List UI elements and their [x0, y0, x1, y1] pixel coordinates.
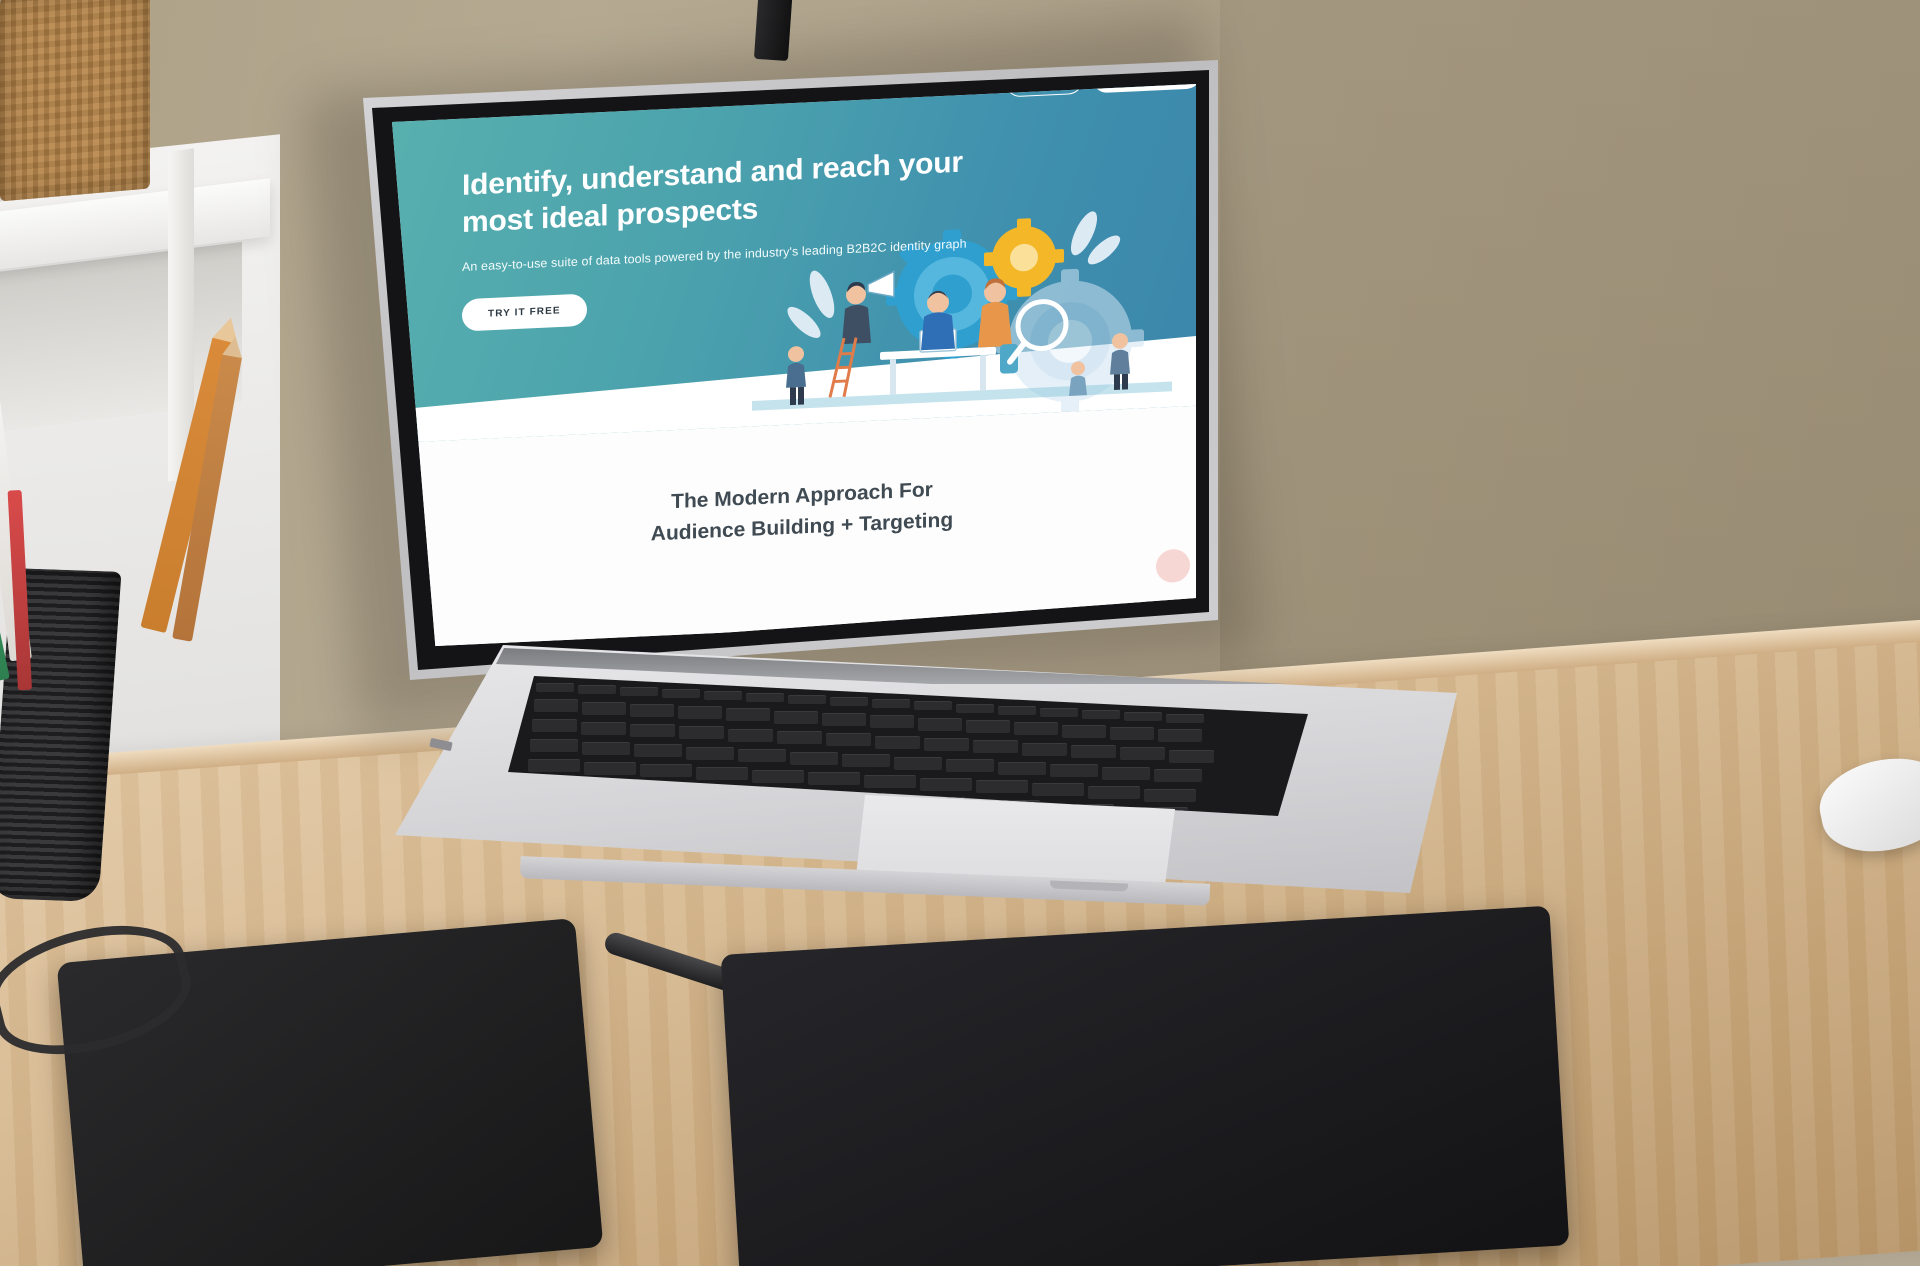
hero-copy: Identify, understand and reach your most…	[392, 97, 1012, 334]
macbook-pro-laptop: versium WHY VERSIUM? PRODUCT ⌄ PRICING	[0, 0, 1920, 1266]
page-title: Identify, understand and reach your most…	[462, 146, 963, 240]
hero-subtitle: An easy-to-use suite of data tools power…	[462, 236, 967, 274]
laptop-screen: versium WHY VERSIUM? PRODUCT ⌄ PRICING	[392, 84, 1196, 654]
section-title-line2: Audience Building + Targeting	[650, 508, 954, 545]
browser-viewport: versium WHY VERSIUM? PRODUCT ⌄ PRICING	[392, 84, 1196, 649]
hero-section: versium WHY VERSIUM? PRODUCT ⌄ PRICING	[392, 84, 1196, 444]
hero-try-it-free-button[interactable]: TRY IT FREE	[462, 293, 587, 332]
section-title: The Modern Approach For Audience Buildin…	[392, 462, 1196, 562]
section-title-line1: The Modern Approach For	[671, 478, 933, 514]
